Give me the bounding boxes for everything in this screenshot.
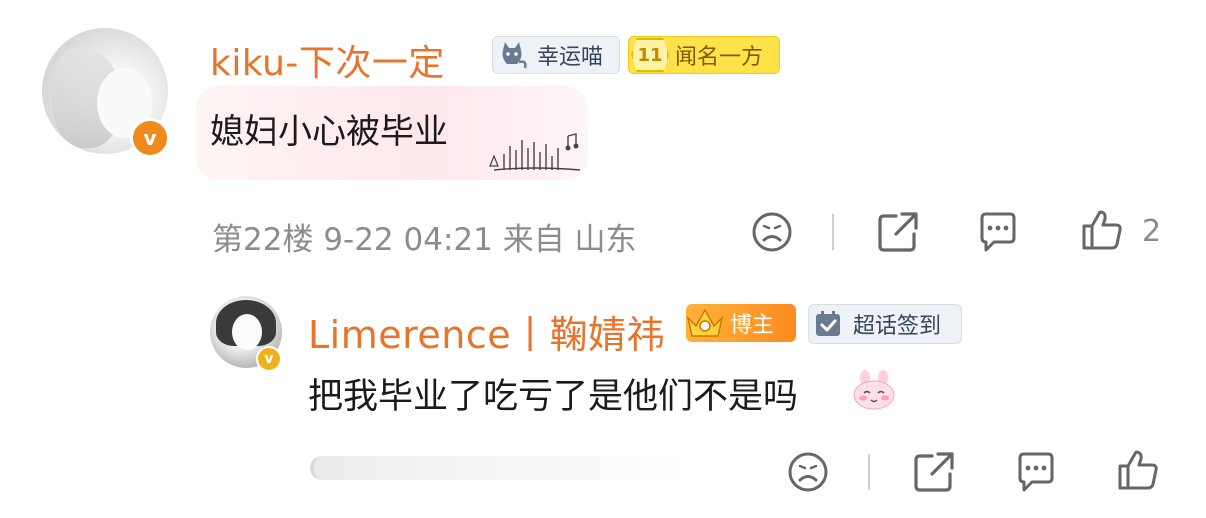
divider <box>832 214 834 250</box>
supertopic-checkin-badge[interactable]: 超话签到 <box>808 304 962 344</box>
badge-label: 博主 <box>730 313 775 338</box>
bunny-blush-icon <box>853 370 895 410</box>
commenter-username[interactable]: kiku-下次一定 <box>210 34 445 86</box>
sad-face-icon[interactable] <box>750 210 794 254</box>
crown-icon <box>686 308 724 337</box>
lucky-cat-badge[interactable]: 幸运喵 <box>492 36 620 74</box>
comment-meta: 第22楼 9-22 04:21 来自 山东 <box>212 222 637 258</box>
bubble-decoration-icon <box>489 133 581 171</box>
checkin-icon <box>816 311 840 336</box>
verified-badge-icon: v <box>130 118 170 158</box>
replier-username[interactable]: Limerence丨鞠婧祎 <box>308 304 665 359</box>
thumbs-up-icon[interactable] <box>1116 448 1160 492</box>
comment-icon[interactable] <box>976 210 1020 254</box>
badge-label: 幸运喵 <box>537 45 604 70</box>
sad-face-icon[interactable] <box>786 450 830 494</box>
verified-badge-icon: v <box>256 346 282 372</box>
divider <box>868 454 870 490</box>
share-icon[interactable] <box>876 210 920 254</box>
comment-icon[interactable] <box>1014 450 1058 494</box>
share-icon[interactable] <box>912 450 956 494</box>
comment-text: 媳妇小心被毕业 <box>210 112 448 152</box>
like-count: 2 <box>1142 214 1162 249</box>
fame-level-badge[interactable]: 11 闻名一方 <box>628 36 780 74</box>
badge-label: 超话签到 <box>853 314 942 339</box>
reply-text: 把我毕业了吃亏了是他们不是吗 <box>308 377 799 417</box>
cat-icon <box>502 42 527 69</box>
badge-label: 闻名一方 <box>675 45 764 70</box>
blogger-badge[interactable]: 博主 <box>686 304 796 342</box>
loading-placeholder <box>310 456 686 480</box>
thumbs-up-icon[interactable] <box>1080 208 1124 252</box>
level-badge-icon: 11 <box>631 38 669 72</box>
